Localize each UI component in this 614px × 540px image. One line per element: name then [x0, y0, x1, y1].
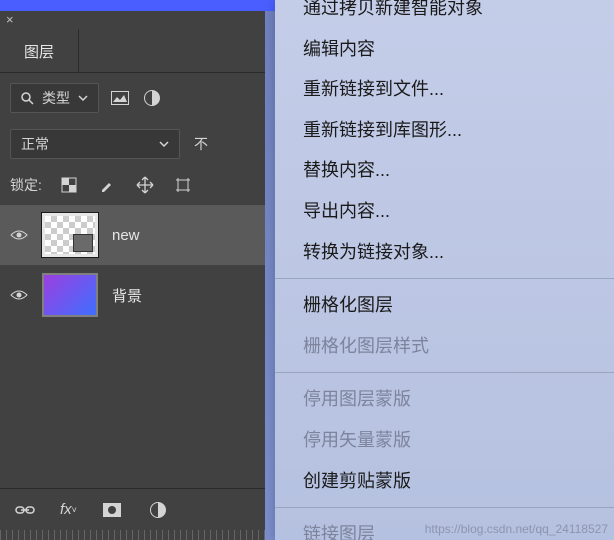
context-menu-item[interactable]: 栅格化图层	[275, 285, 614, 326]
filter-type-label: 类型	[42, 88, 70, 108]
context-menu: 通过拷贝新建智能对象编辑内容重新链接到文件...重新链接到库图形...替换内容.…	[275, 0, 614, 540]
layer-row[interactable]: new	[0, 205, 265, 265]
panel-tabs: 图层	[0, 29, 265, 73]
filter-pixel-icon[interactable]	[109, 87, 131, 109]
lock-position-icon[interactable]	[134, 174, 156, 196]
blend-mode-value: 正常	[21, 134, 49, 154]
layer-filter-row: 类型	[0, 73, 265, 123]
lock-label: 锁定:	[10, 175, 42, 195]
filter-adjust-icon[interactable]	[141, 87, 163, 109]
opacity-label: 不	[194, 134, 208, 154]
blend-mode-select[interactable]: 正常	[10, 129, 180, 159]
tab-layers[interactable]: 图层	[0, 29, 79, 72]
smartobject-icon	[73, 234, 93, 252]
close-icon[interactable]: ×	[6, 12, 14, 27]
lock-artboard-icon[interactable]	[172, 174, 194, 196]
lock-paint-icon[interactable]	[96, 174, 118, 196]
context-menu-item[interactable]: 替换内容...	[275, 150, 614, 191]
lock-transparency-icon[interactable]	[58, 174, 80, 196]
panel-footer: fx˅	[0, 488, 265, 530]
visibility-icon[interactable]	[10, 229, 28, 241]
context-menu-item: 栅格化图层样式	[275, 326, 614, 367]
mask-icon[interactable]	[101, 499, 123, 521]
context-menu-item[interactable]: 转换为链接对象...	[275, 232, 614, 273]
watermark: https://blog.csdn.net/qq_24118527	[425, 522, 608, 536]
layer-thumbnail[interactable]	[42, 213, 98, 257]
context-menu-item[interactable]: 重新链接到库图形...	[275, 110, 614, 151]
chevron-down-icon	[78, 95, 88, 101]
context-menu-separator	[275, 507, 614, 508]
blend-row: 正常 不	[0, 123, 265, 165]
panel-close-row: ×	[0, 11, 265, 29]
layer-row[interactable]: 背景	[0, 265, 265, 325]
visibility-icon[interactable]	[10, 289, 28, 301]
context-menu-item[interactable]: 导出内容...	[275, 191, 614, 232]
layer-thumbnail[interactable]	[42, 273, 98, 317]
context-menu-item[interactable]: 重新链接到文件...	[275, 69, 614, 110]
layer-list: new 背景	[0, 205, 265, 488]
ruler	[0, 530, 265, 540]
context-menu-separator	[275, 278, 614, 279]
layers-panel: × 图层 类型 正常 不 锁定:	[0, 11, 265, 540]
context-menu-item[interactable]: 通过拷贝新建智能对象	[275, 0, 614, 29]
context-menu-separator	[275, 372, 614, 373]
fx-icon[interactable]: fx˅	[60, 499, 77, 521]
chevron-down-icon	[159, 141, 169, 147]
context-menu-item[interactable]: 创建剪贴蒙版	[275, 461, 614, 502]
layer-name[interactable]: new	[112, 227, 140, 244]
context-menu-item: 停用图层蒙版	[275, 379, 614, 420]
context-menu-item[interactable]: 编辑内容	[275, 29, 614, 70]
adjustment-icon[interactable]	[147, 499, 169, 521]
context-menu-item: 停用矢量蒙版	[275, 420, 614, 461]
layer-name[interactable]: 背景	[112, 285, 142, 306]
search-icon	[21, 92, 34, 105]
layer-filter-type[interactable]: 类型	[10, 83, 99, 113]
link-icon[interactable]	[14, 499, 36, 521]
lock-row: 锁定:	[0, 165, 265, 205]
